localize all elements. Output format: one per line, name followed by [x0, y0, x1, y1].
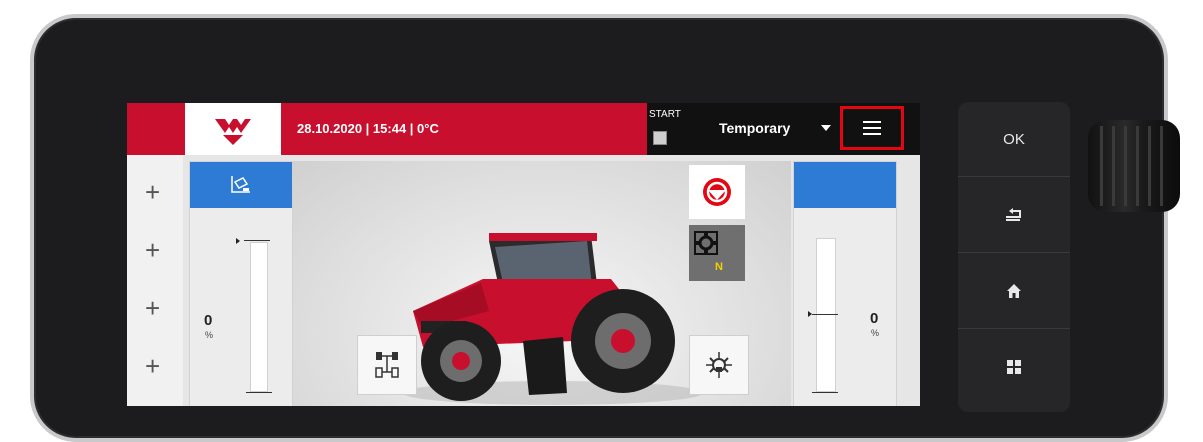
massey-ferguson-logo [215, 119, 251, 145]
ok-key[interactable]: OK [958, 102, 1070, 177]
front-hitch-gauge[interactable] [816, 238, 836, 392]
diff-lock-icon [706, 352, 732, 378]
profile-name: Temporary [719, 120, 791, 136]
add-shortcut-button-2[interactable]: + [145, 235, 160, 266]
profile-dropdown[interactable]: Temporary [707, 103, 835, 155]
gauge-marker [236, 238, 240, 244]
rear-hitch-panel: 0 % [189, 161, 293, 406]
front-gauge-marker [808, 311, 812, 317]
rotary-encoder-knob[interactable] [1088, 120, 1180, 212]
home-key[interactable] [958, 254, 1070, 329]
display-screen: 28.10.2020 | 15:44 | 0°C START Temporary… [127, 103, 920, 406]
brand-logo [185, 103, 281, 155]
dropdown-arrow-icon [821, 125, 831, 131]
diff-lock-button[interactable] [689, 335, 749, 395]
front-hitch-tab[interactable] [794, 162, 896, 208]
add-shortcut-button-4[interactable]: + [145, 351, 160, 382]
front-hitch-value: 0 [870, 310, 879, 327]
back-icon [1006, 208, 1021, 221]
grid-icon [1007, 360, 1021, 374]
add-shortcut-button-3[interactable]: + [145, 293, 160, 324]
front-hitch-unit: % [871, 328, 880, 338]
menu-button[interactable] [840, 106, 904, 150]
four-wheel-drive-icon [375, 352, 399, 378]
shortcut-strip: + + + + [127, 155, 183, 406]
gear-status-tile[interactable]: N [689, 225, 745, 281]
hitch-icon [231, 176, 250, 193]
hitch-position-unit: % [205, 330, 214, 340]
hitch-position-gauge[interactable] [250, 242, 268, 392]
ok-key-label: OK [1003, 130, 1025, 148]
grid-key[interactable] [958, 330, 1070, 404]
start-button[interactable]: START [647, 103, 693, 155]
hitch-position-value: 0 [204, 312, 213, 329]
front-gauge-mark [812, 314, 838, 315]
gauge-bottom-line [246, 392, 272, 393]
hitch-tab[interactable] [190, 162, 292, 208]
front-gauge-bottom-line [812, 392, 838, 393]
datetime-status: 28.10.2020 | 15:44 | 0°C [297, 121, 439, 136]
hard-key-panel: OK [958, 102, 1070, 412]
home-icon [1007, 284, 1021, 298]
start-icon [653, 131, 667, 145]
add-shortcut-button-1[interactable]: + [145, 177, 160, 208]
four-wheel-drive-button[interactable] [357, 335, 417, 395]
start-label: START [649, 109, 681, 120]
gear-icon [694, 231, 718, 255]
menu-icon [863, 121, 881, 135]
gauge-top-line [244, 240, 270, 241]
back-key[interactable] [958, 178, 1070, 253]
steering-wheel-icon [703, 178, 731, 206]
front-hitch-panel: 0 % [793, 161, 897, 406]
steering-button[interactable] [689, 165, 745, 219]
gear-indicator: N [715, 261, 723, 273]
